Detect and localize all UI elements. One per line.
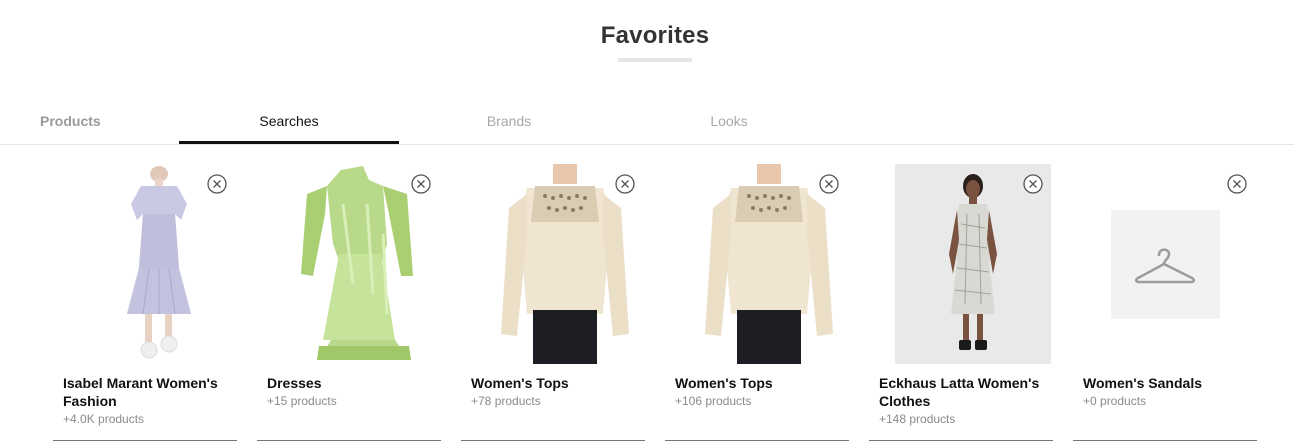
card-name: Isabel Marant Women's Fashion: [63, 375, 218, 409]
close-circle-icon[interactable]: [1227, 174, 1247, 194]
saved-search-card[interactable]: Women's Tops +78 products: [461, 144, 645, 441]
lavender-dress-photo: [79, 164, 235, 364]
card-name: Dresses: [267, 375, 322, 391]
cream-blouse-photo: [691, 164, 847, 364]
favorites-tabs: Products Searches Brands Looks: [0, 100, 1294, 145]
title-underline: [618, 58, 692, 62]
saved-search-card[interactable]: Women's Tops +106 products: [665, 144, 849, 441]
tab-looks[interactable]: Looks: [619, 100, 839, 142]
saved-search-card[interactable]: Isabel Marant Women's Fashion +4.0K prod…: [53, 144, 237, 441]
product-count: +106 products: [675, 394, 752, 408]
tab-searches[interactable]: Searches: [179, 100, 399, 144]
product-count: +0 products: [1083, 394, 1147, 408]
card-title: Women's Tops +106 products: [675, 374, 845, 410]
close-circle-icon[interactable]: [819, 174, 839, 194]
card-name: Eckhaus Latta Women's Clothes: [879, 375, 1040, 409]
product-count: +4.0K products: [63, 412, 145, 426]
tab-products[interactable]: Products: [40, 100, 101, 142]
card-title: Women's Tops +78 products: [471, 374, 641, 410]
close-circle-icon[interactable]: [615, 174, 635, 194]
close-circle-icon[interactable]: [207, 174, 227, 194]
tab-brands[interactable]: Brands: [399, 100, 619, 142]
card-name: Women's Tops: [471, 375, 569, 391]
saved-search-card[interactable]: Eckhaus Latta Women's Clothes +148 produ…: [869, 144, 1053, 441]
card-title: Eckhaus Latta Women's Clothes +148 produ…: [879, 374, 1049, 428]
green-dress-photo: [283, 164, 439, 364]
close-circle-icon[interactable]: [411, 174, 431, 194]
saved-search-card[interactable]: Dresses +15 products: [257, 144, 441, 441]
product-count: +148 products: [879, 412, 956, 426]
model-print-dress-photo: [895, 164, 1051, 364]
product-count: +15 products: [267, 394, 337, 408]
product-count: +78 products: [471, 394, 541, 408]
cream-blouse-photo: [487, 164, 643, 364]
saved-searches-list: Isabel Marant Women's Fashion +4.0K prod…: [0, 144, 1294, 447]
card-title: Isabel Marant Women's Fashion +4.0K prod…: [63, 374, 233, 428]
page-title: Favorites: [600, 22, 710, 49]
card-title: Dresses +15 products: [267, 374, 437, 410]
card-title: Women's Sandals +0 products: [1083, 374, 1253, 410]
favorites-page: Favorites Products Searches Brands Looks: [0, 0, 1294, 447]
hanger-placeholder-icon: [1099, 164, 1255, 364]
card-name: Women's Tops: [675, 375, 773, 391]
saved-search-card[interactable]: Women's Sandals +0 products: [1073, 144, 1257, 441]
card-name: Women's Sandals: [1083, 375, 1202, 391]
close-circle-icon[interactable]: [1023, 174, 1043, 194]
